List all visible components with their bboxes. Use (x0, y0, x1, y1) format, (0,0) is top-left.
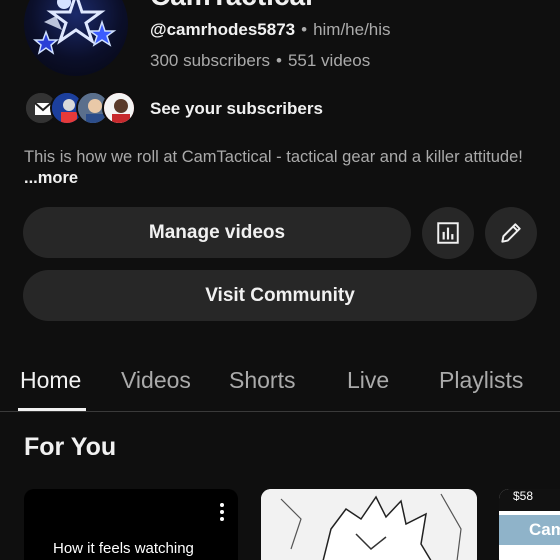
visit-community-button[interactable]: Visit Community (23, 270, 537, 321)
subscriber-avatar (102, 91, 136, 125)
analytics-button[interactable] (422, 207, 474, 259)
manage-videos-button[interactable]: Manage videos (23, 207, 411, 258)
handle-row: @camrhodes5873 • him/he/his (150, 20, 391, 40)
tab-home[interactable]: Home (20, 367, 81, 394)
logo-text: Cam (529, 520, 560, 539)
pencil-icon (501, 223, 521, 243)
separator-dot: • (276, 51, 282, 70)
video-count: 551 videos (287, 51, 371, 70)
video-caption: How it feels watching (53, 540, 194, 557)
tab-videos[interactable]: Videos (121, 367, 191, 394)
tabs-divider (0, 411, 560, 412)
edit-button[interactable] (485, 207, 537, 259)
channel-handle: @camrhodes5873 (150, 20, 296, 39)
channel-pronouns: him/he/his (313, 20, 391, 39)
channel-name: CamTactical (150, 0, 313, 12)
tab-live[interactable]: Live (347, 367, 389, 394)
more-link[interactable]: ...more (24, 169, 78, 187)
price-label: $58 (513, 489, 534, 503)
bar-chart-icon (437, 222, 459, 244)
video-thumbnail (261, 489, 477, 560)
tab-shorts[interactable]: Shorts (229, 367, 295, 394)
description-text: This is how we roll at CamTactical - tac… (24, 148, 523, 166)
see-subscribers-link[interactable]: See your subscribers (150, 99, 323, 119)
subscriber-avatars[interactable] (24, 91, 138, 127)
section-title: For You (24, 433, 117, 461)
channel-avatar[interactable] (24, 0, 128, 76)
tab-playlists[interactable]: Playlists (439, 367, 523, 394)
channel-tabs: Home Videos Shorts Live Playlists (0, 355, 560, 411)
video-card[interactable]: $58 Cam (499, 489, 560, 560)
video-card[interactable] (261, 489, 477, 560)
video-card[interactable]: How it feels watching (24, 489, 238, 560)
more-options-icon[interactable] (220, 503, 224, 524)
subscriber-count: 300 subscribers (150, 51, 271, 70)
channel-description[interactable]: This is how we roll at CamTactical - tac… (24, 147, 534, 189)
separator-dot: • (301, 20, 308, 39)
channel-stats: 300 subscribers • 551 videos (150, 51, 370, 71)
